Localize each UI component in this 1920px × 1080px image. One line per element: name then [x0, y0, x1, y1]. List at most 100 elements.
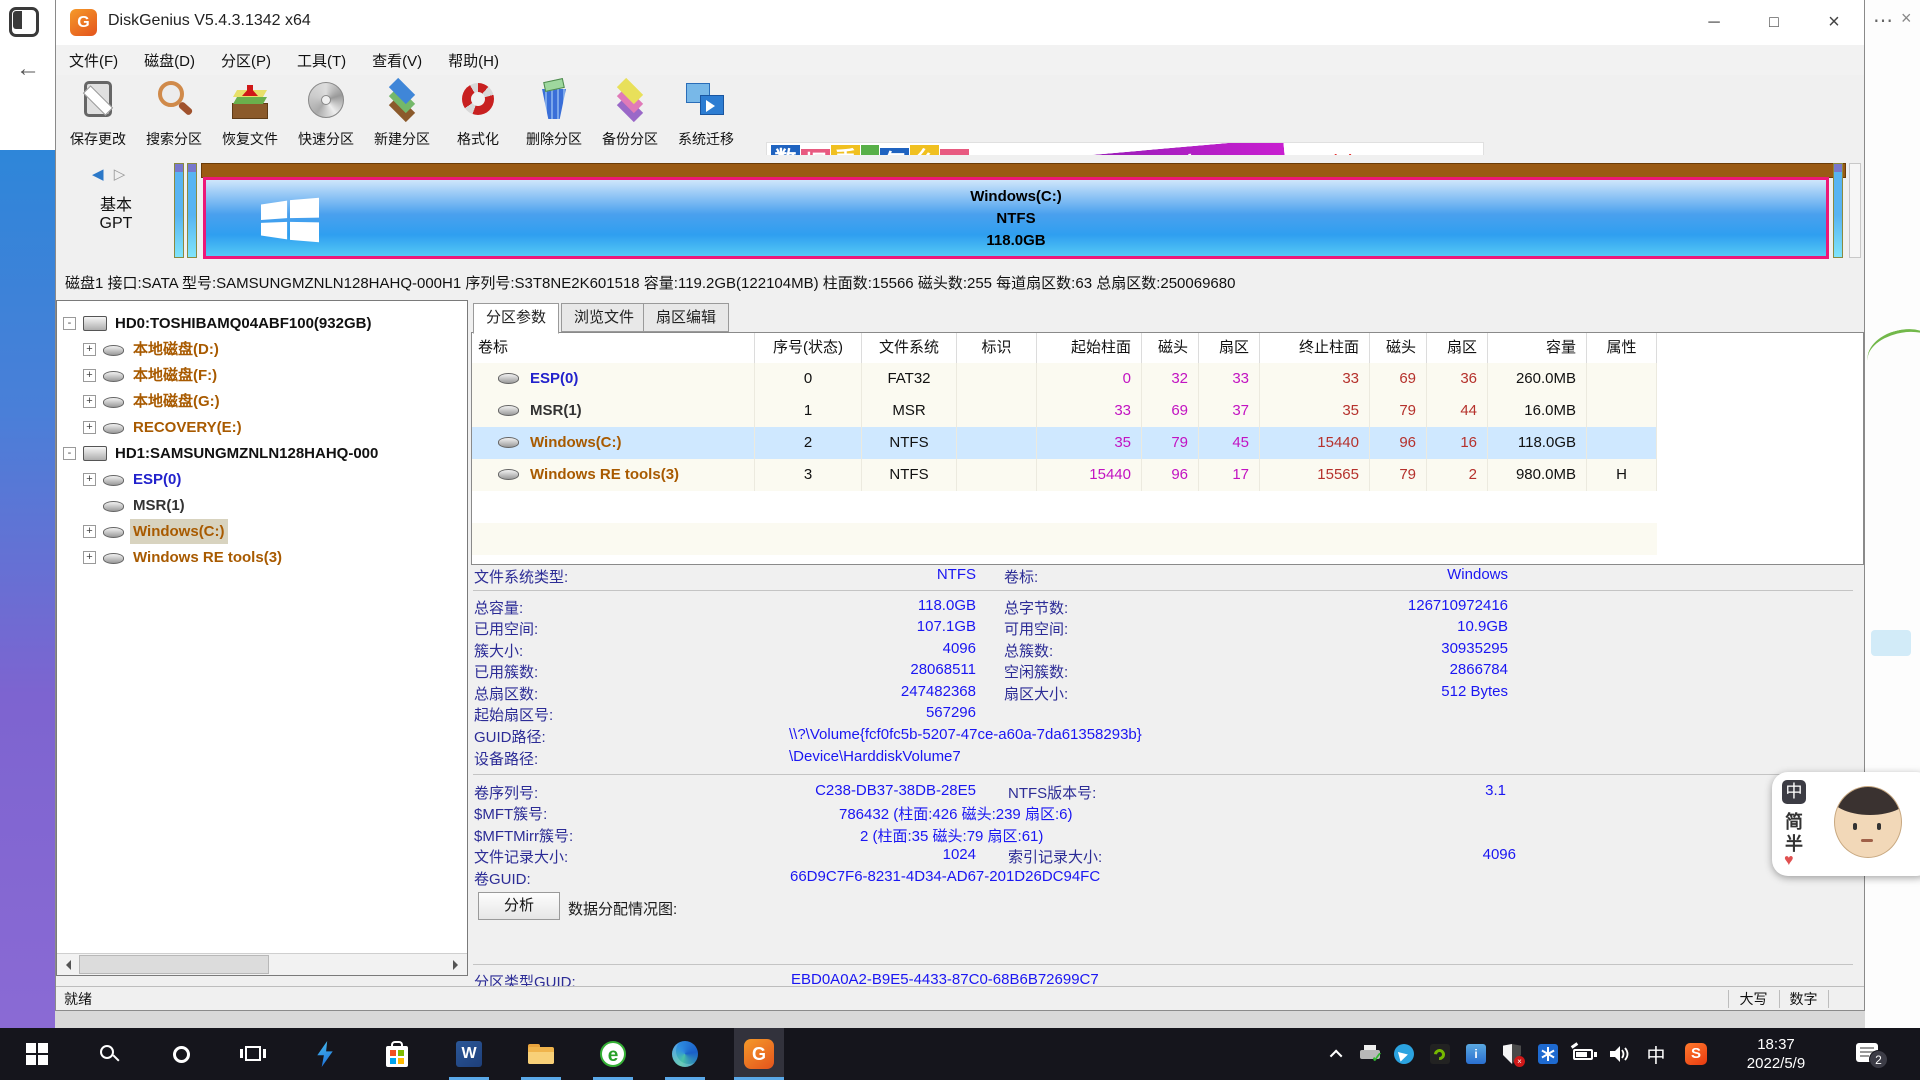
taskbar-clock[interactable]: 18:37 2022/5/9 [1724, 1028, 1828, 1080]
expand-icon[interactable]: + [83, 343, 96, 356]
partition-type-guid-label: 分区类型GUID: [474, 971, 576, 986]
tree-item-local-g[interactable]: + 本地磁盘(G:) [57, 389, 467, 414]
format-button[interactable]: 格式化 [440, 77, 516, 153]
tray-snowflake[interactable] [1532, 1028, 1564, 1080]
tree-item-recovery-e[interactable]: + RECOVERY(E:) [57, 415, 467, 440]
background-window-icon[interactable] [9, 7, 39, 37]
delete-partition-button[interactable]: 删除分区 [516, 77, 592, 153]
expand-icon[interactable]: + [83, 369, 96, 382]
tray-intel[interactable]: i [1460, 1028, 1492, 1080]
empty-row [472, 491, 1657, 523]
tree-horizontal-scrollbar[interactable] [57, 953, 467, 975]
search-partition-button[interactable]: 搜索分区 [136, 77, 212, 153]
table-row-esp[interactable]: ESP(0) 0 FAT32 0 32 33 33 69 36 260.0MB [472, 363, 1657, 395]
tab-partition-params[interactable]: 分区参数 [473, 303, 559, 334]
tree-item-local-d[interactable]: + 本地磁盘(D:) [57, 337, 467, 362]
action-center-button[interactable]: 2 [1840, 1028, 1896, 1080]
recover-files-button[interactable]: 恢复文件 [212, 77, 288, 153]
partition-block-windows-c[interactable]: Windows(C:) NTFS 118.0GB [203, 177, 1829, 259]
tray-ime-indicator[interactable]: 中 [1640, 1028, 1672, 1080]
tree-item-msr[interactable]: MSR(1) [57, 493, 467, 518]
tree-item-esp[interactable]: + ESP(0) [57, 467, 467, 492]
pinned-app-edge[interactable] [662, 1028, 708, 1080]
cortana-button[interactable] [158, 1028, 204, 1080]
collapse-icon[interactable]: - [63, 317, 76, 330]
taskbar-search-button[interactable] [86, 1028, 132, 1080]
menu-tools[interactable]: 工具(T) [284, 50, 359, 71]
pinned-app-explorer[interactable] [518, 1028, 564, 1080]
sogou-icon: S [1685, 1043, 1707, 1065]
backup-partition-button[interactable]: 备份分区 [592, 77, 668, 153]
disk-panel-scrollbar[interactable] [1849, 163, 1861, 258]
tray-battery[interactable] [1566, 1028, 1602, 1080]
ime-mode-chinese[interactable]: 中 [1782, 780, 1806, 804]
heart-icon[interactable]: ♥ [1784, 852, 1794, 870]
prev-disk-icon[interactable]: ◀ [92, 166, 104, 183]
desktop-left-strip: ← [0, 0, 55, 1028]
pinned-app-ie360[interactable]: e [590, 1028, 636, 1080]
tray-volume[interactable] [1604, 1028, 1636, 1080]
close-button[interactable]: × [1809, 0, 1859, 45]
free-clusters-label: 空闲簇数: [1004, 661, 1068, 682]
green-e-browser-icon: e [600, 1041, 626, 1067]
tray-defender[interactable]: × [1496, 1028, 1528, 1080]
format-ring-icon [456, 79, 500, 125]
table-row-msr[interactable]: MSR(1) 1 MSR 33 69 37 35 79 44 16.0MB [472, 395, 1657, 427]
expand-icon[interactable]: + [83, 473, 96, 486]
more-icon[interactable]: ⋯ [1873, 8, 1893, 33]
new-partition-button[interactable]: 新建分区 [364, 77, 440, 153]
close-icon[interactable]: × [1901, 8, 1912, 29]
menu-disk[interactable]: 磁盘(D) [131, 50, 208, 71]
disk-nav-arrows[interactable]: ◀ ▷ [92, 165, 125, 183]
pinned-app-word[interactable]: W [446, 1028, 492, 1080]
partition-block-re-tools[interactable] [1833, 163, 1843, 258]
next-disk-icon[interactable]: ▷ [114, 166, 126, 183]
tree-item-windows-re[interactable]: + Windows RE tools(3) [57, 545, 467, 570]
menu-partition[interactable]: 分区(P) [208, 50, 284, 71]
tree-item-windows-c[interactable]: + Windows(C:) [57, 519, 467, 544]
tray-printer[interactable]: ✓ [1354, 1028, 1386, 1080]
tray-sogou[interactable]: S [1678, 1028, 1714, 1080]
scroll-left-icon[interactable] [57, 954, 79, 975]
vol-guid-label: 卷GUID: [474, 868, 531, 889]
status-bar: 就绪 大写 数字 [56, 986, 1864, 1011]
tray-chevron-button[interactable] [1322, 1028, 1352, 1080]
maximize-button[interactable]: □ [1749, 0, 1799, 45]
analyze-button[interactable]: 分析 [478, 892, 560, 920]
back-arrow-icon[interactable]: ← [16, 55, 40, 83]
collapse-icon[interactable]: - [63, 447, 76, 460]
toolbar: 保存更改 搜索分区 恢复文件 [56, 75, 1864, 155]
tree-item-hd0[interactable]: - HD0:TOSHIBAMQ04ABF100(932GB) [57, 311, 467, 336]
expand-icon[interactable]: + [83, 525, 96, 538]
menu-file[interactable]: 文件(F) [56, 50, 131, 71]
partition-block-msr[interactable] [187, 163, 197, 258]
expand-icon[interactable]: + [83, 421, 96, 434]
menu-help[interactable]: 帮助(H) [435, 50, 512, 71]
minimize-button[interactable]: ─ [1689, 0, 1739, 45]
tree-item-hd1[interactable]: - HD1:SAMSUNGMZNLN128HAHQ-000 [57, 441, 467, 466]
pinned-app-flash[interactable] [302, 1028, 348, 1080]
table-row-windows-re[interactable]: Windows RE tools(3) 3 NTFS 15440 96 17 1… [472, 459, 1657, 491]
vol-serial-value: C238-DB37-38DB-28E5 [776, 782, 976, 799]
disk-header-bar [201, 163, 1846, 178]
partition-block-esp[interactable] [174, 163, 184, 258]
tab-sector-edit[interactable]: 扇区编辑 [643, 303, 729, 332]
system-migration-button[interactable]: 系统迁移 [668, 77, 744, 153]
tab-browse-files[interactable]: 浏览文件 [561, 303, 647, 332]
expand-icon[interactable]: + [83, 551, 96, 564]
scrollbar-thumb[interactable] [79, 955, 269, 974]
task-view-button[interactable] [230, 1028, 276, 1080]
tree-item-local-f[interactable]: + 本地磁盘(F:) [57, 363, 467, 388]
save-changes-button[interactable]: 保存更改 [60, 77, 136, 153]
tray-nvidia[interactable] [1424, 1028, 1456, 1080]
tray-telegram[interactable] [1388, 1028, 1420, 1080]
menu-view[interactable]: 查看(V) [359, 50, 435, 71]
scroll-right-icon[interactable] [445, 954, 467, 975]
expand-icon[interactable]: + [83, 395, 96, 408]
quick-partition-button[interactable]: 快速分区 [288, 77, 364, 153]
sogou-input-widget[interactable]: 中 简 半 ♥ [1772, 772, 1920, 876]
pinned-app-store[interactable] [374, 1028, 420, 1080]
start-button[interactable] [14, 1028, 60, 1080]
table-row-windows-c[interactable]: Windows(C:) 2 NTFS 35 79 45 15440 96 16 … [472, 427, 1657, 459]
taskbar-diskgenius-active[interactable]: G [734, 1028, 784, 1080]
